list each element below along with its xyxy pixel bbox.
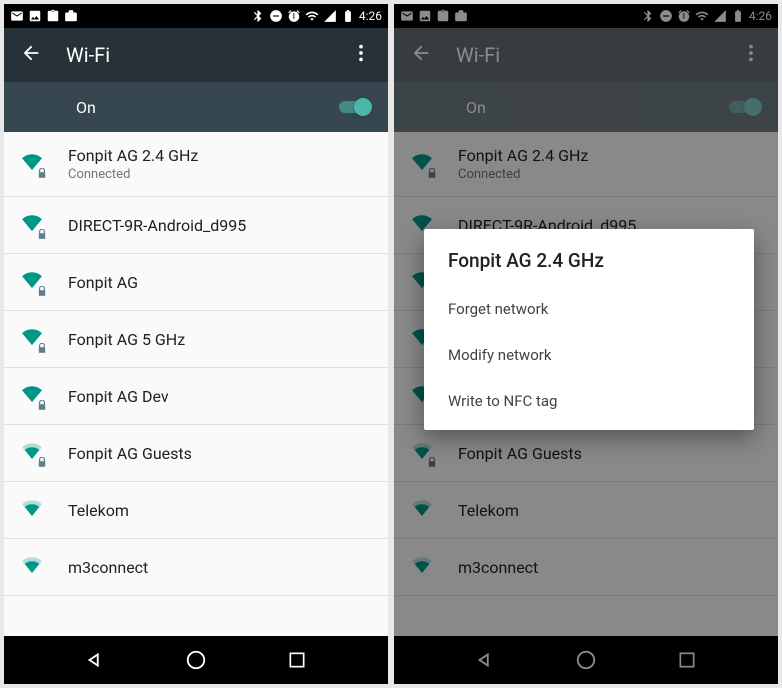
phone-right: 4:26 Wi-Fi On Fonpit AG 2.4 GHz Connecte… (394, 4, 778, 684)
network-item[interactable]: m3connect (4, 539, 388, 596)
network-name: Fonpit AG 2.4 GHz (68, 146, 198, 165)
wifi-icon (20, 384, 44, 408)
wifi-icon (20, 213, 44, 237)
phone-left: 4:26 Wi-Fi On Fonpit AG 2.4 GHz Connecte… (4, 4, 388, 684)
wifi-icon (20, 498, 44, 522)
wifi-icon (20, 441, 44, 465)
toggle-label: On (76, 98, 336, 117)
network-name: Fonpit AG (68, 273, 138, 292)
network-item[interactable]: Fonpit AG 5 GHz (4, 311, 388, 368)
wifi-icon (20, 270, 44, 294)
network-name: DIRECT-9R-Android_d995 (68, 216, 246, 235)
dialog-forget-network[interactable]: Forget network (448, 286, 730, 332)
wifi-switch[interactable] (336, 97, 372, 117)
status-time: 4:26 (359, 9, 382, 23)
nav-home-icon[interactable] (184, 648, 208, 672)
network-item[interactable]: DIRECT-9R-Android_d995 (4, 197, 388, 254)
network-item[interactable]: Fonpit AG Guests (4, 425, 388, 482)
dialog-title: Fonpit AG 2.4 GHz (448, 249, 730, 272)
status-bar: 4:26 (4, 4, 388, 28)
dialog-modify-network[interactable]: Modify network (448, 332, 730, 378)
wifi-toggle-row[interactable]: On (4, 82, 388, 132)
network-item[interactable]: Fonpit AG 2.4 GHz Connected (4, 132, 388, 197)
nav-recent-icon[interactable] (285, 648, 309, 672)
dialog-write-nfc[interactable]: Write to NFC tag (448, 378, 730, 424)
network-list: Fonpit AG 2.4 GHz Connected DIRECT-9R-An… (4, 132, 388, 636)
wifi-status-icon (305, 9, 319, 23)
overflow-menu-icon[interactable] (350, 42, 372, 68)
alarm-icon (287, 9, 301, 23)
signal-icon (323, 9, 337, 23)
battery-icon (341, 9, 355, 23)
wifi-icon (20, 555, 44, 579)
mail-icon (10, 9, 24, 23)
network-name: Telekom (68, 501, 129, 520)
page-title: Wi-Fi (66, 43, 326, 67)
network-item[interactable]: Fonpit AG Dev (4, 368, 388, 425)
navigation-bar (4, 636, 388, 684)
wifi-icon (20, 327, 44, 351)
network-status: Connected (68, 167, 198, 182)
clipboard-icon (46, 9, 60, 23)
network-name: Fonpit AG Dev (68, 387, 169, 406)
dnd-icon (269, 9, 283, 23)
network-item[interactable]: Fonpit AG (4, 254, 388, 311)
image-icon (28, 9, 42, 23)
network-item[interactable]: Telekom (4, 482, 388, 539)
bluetooth-icon (251, 9, 265, 23)
wifi-icon (20, 152, 44, 176)
action-bar: Wi-Fi (4, 28, 388, 82)
network-name: Fonpit AG 5 GHz (68, 330, 185, 349)
back-icon[interactable] (20, 42, 42, 68)
network-name: m3connect (68, 558, 148, 577)
nav-back-icon[interactable] (83, 648, 107, 672)
work-icon (64, 9, 78, 23)
network-name: Fonpit AG Guests (68, 444, 192, 463)
network-dialog: Fonpit AG 2.4 GHz Forget network Modify … (424, 229, 754, 430)
